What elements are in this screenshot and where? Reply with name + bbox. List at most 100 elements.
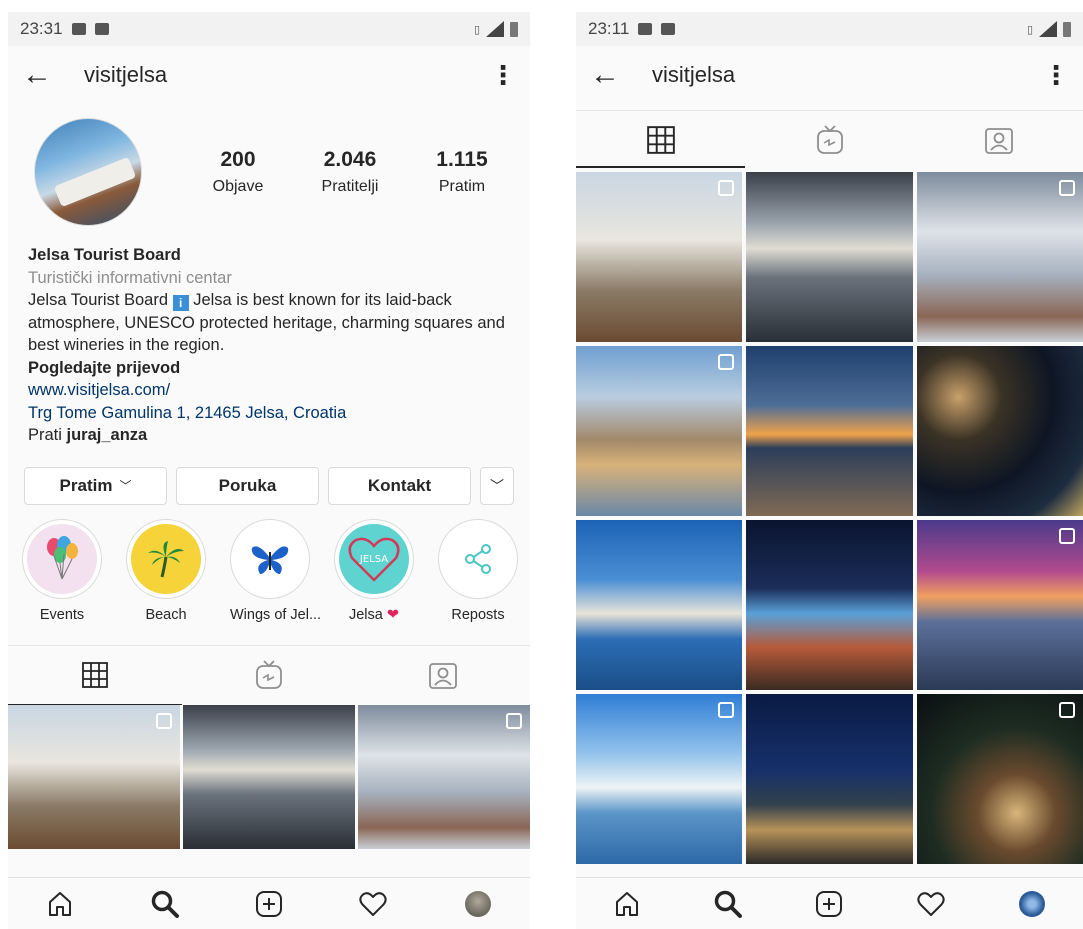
highlight-label: Reposts	[451, 606, 505, 623]
tab-igtv[interactable]	[745, 111, 914, 168]
youtube-notification-icon	[661, 23, 676, 35]
website-link[interactable]: www.visitjelsa.com/	[28, 379, 510, 402]
tab-tagged[interactable]	[914, 111, 1083, 168]
stat-following[interactable]: 1.115 Pratim	[406, 148, 518, 196]
nav-search[interactable]	[708, 884, 748, 924]
highlight-ring	[22, 518, 102, 599]
stat-followers-label: Pratitelji	[321, 178, 379, 195]
multiple-photos-icon	[1058, 528, 1075, 544]
contact-button[interactable]: Kontakt	[328, 466, 471, 505]
profile-tabs	[8, 644, 530, 705]
heart-icon	[917, 891, 945, 916]
post-thumbnail[interactable]	[183, 704, 355, 849]
profile-avatar[interactable]	[34, 118, 142, 226]
highlight-ring	[438, 518, 518, 599]
profile-bio: Jelsa Tourist Board Turistički informati…	[8, 226, 530, 447]
back-arrow-icon[interactable]: ←	[22, 60, 72, 90]
multiple-photos-icon	[506, 712, 522, 729]
multiple-photos-icon	[1058, 702, 1075, 718]
post-thumbnail[interactable]	[576, 346, 743, 516]
highlight-ring: JELSA	[334, 518, 414, 599]
profile-tabs	[576, 110, 1083, 168]
status-time: 23:11	[588, 19, 630, 38]
posts-grid	[576, 172, 1083, 864]
story-highlights: Events Beach Wings of Jel... JELSA Jelsa…	[8, 505, 530, 623]
nav-profile[interactable]	[458, 884, 498, 924]
profile-action-buttons: Pratim ﹀ Poruka Kontakt ﹀	[8, 447, 530, 505]
profile-header-bar: ← visitjelsa ⋮	[8, 46, 530, 104]
gallery-notification-icon	[71, 23, 86, 35]
nav-profile[interactable]	[1012, 884, 1052, 924]
profile-stats: 200 Objave 2.046 Pratitelji 1.115 Pratim	[182, 148, 518, 196]
battery-icon	[510, 21, 518, 37]
stat-followers[interactable]: 2.046 Pratitelji	[294, 148, 406, 196]
igtv-icon	[816, 124, 843, 154]
message-button[interactable]: Poruka	[176, 466, 319, 505]
post-thumbnail[interactable]	[358, 704, 530, 849]
nav-activity[interactable]	[353, 884, 393, 924]
address-link[interactable]: Trg Tome Gamulina 1, 21465 Jelsa, Croati…	[28, 402, 510, 425]
post-thumbnail[interactable]	[916, 520, 1083, 690]
tagged-person-icon	[984, 127, 1013, 154]
home-icon	[615, 891, 638, 916]
bottom-navigation	[576, 877, 1083, 929]
profile-summary: 200 Objave 2.046 Pratitelji 1.115 Pratim	[8, 104, 530, 226]
followed-by[interactable]: Prati juraj_anza	[28, 424, 510, 447]
nav-search[interactable]	[145, 884, 185, 924]
stat-following-label: Pratim	[438, 178, 486, 195]
nav-new-post[interactable]	[809, 884, 849, 924]
highlight-beach[interactable]: Beach	[126, 518, 206, 623]
nav-activity[interactable]	[911, 884, 951, 924]
palm-tree-icon	[131, 523, 201, 594]
post-thumbnail[interactable]	[576, 694, 743, 864]
more-options-icon[interactable]: ⋮	[1043, 62, 1069, 88]
multiple-photos-icon	[718, 180, 735, 196]
post-thumbnail[interactable]	[576, 520, 743, 690]
profile-screen: 23:31 ▯ ← visitjelsa ⋮ 200 Objave 2.046 …	[8, 12, 530, 929]
see-translation-link[interactable]: Pogledajte prijevod	[28, 357, 510, 380]
tab-grid[interactable]	[8, 646, 182, 705]
signal-icon	[1039, 21, 1057, 37]
profile-username: visitjelsa	[84, 62, 168, 87]
tab-grid[interactable]	[576, 111, 745, 168]
add-post-icon	[255, 890, 282, 917]
info-emoji-icon: i	[172, 295, 189, 311]
post-thumbnail[interactable]	[916, 694, 1083, 864]
nav-home[interactable]	[607, 884, 647, 924]
profile-display-name: Jelsa Tourist Board	[28, 246, 181, 264]
igtv-icon	[256, 660, 282, 689]
tab-tagged[interactable]	[356, 646, 530, 705]
svg-text:JELSA: JELSA	[359, 554, 388, 565]
more-options-icon[interactable]: ⋮	[490, 62, 516, 88]
highlight-events[interactable]: Events	[22, 518, 102, 623]
post-thumbnail[interactable]	[916, 346, 1083, 516]
nav-new-post[interactable]	[249, 884, 289, 924]
stat-posts[interactable]: 200 Objave	[182, 148, 294, 196]
post-thumbnail[interactable]	[576, 172, 743, 342]
grid-icon	[82, 662, 108, 688]
tab-igtv[interactable]	[182, 646, 356, 705]
post-thumbnail[interactable]	[746, 346, 913, 516]
post-thumbnail[interactable]	[8, 704, 180, 849]
bio-text: Jelsa Tourist Board i Jelsa is best know…	[28, 289, 510, 357]
highlight-jelsa-label: Jelsa	[348, 606, 383, 623]
grid-icon	[646, 125, 675, 154]
status-bar: 23:31 ▯	[8, 12, 530, 46]
following-button[interactable]: Pratim ﹀	[24, 466, 167, 505]
post-thumbnail[interactable]	[746, 520, 913, 690]
highlight-jelsa[interactable]: JELSA Jelsa ❤	[334, 518, 414, 623]
multiple-photos-icon	[156, 712, 172, 729]
post-thumbnail[interactable]	[916, 172, 1083, 342]
back-arrow-icon[interactable]: ←	[590, 60, 640, 90]
chevron-down-icon: ﹀	[490, 477, 504, 494]
stat-followers-count: 2.046	[323, 148, 377, 171]
chevron-down-icon: ﹀	[119, 479, 132, 493]
post-thumbnail[interactable]	[746, 172, 913, 342]
nav-home[interactable]	[40, 884, 80, 924]
suggested-accounts-button[interactable]: ﹀	[480, 466, 514, 505]
highlight-wings-of-jelsa[interactable]: Wings of Jel...	[230, 518, 321, 623]
highlight-label: Beach	[145, 606, 187, 623]
stat-posts-count: 200	[220, 148, 256, 171]
post-thumbnail[interactable]	[746, 694, 913, 864]
highlight-reposts[interactable]: Reposts	[438, 518, 518, 623]
